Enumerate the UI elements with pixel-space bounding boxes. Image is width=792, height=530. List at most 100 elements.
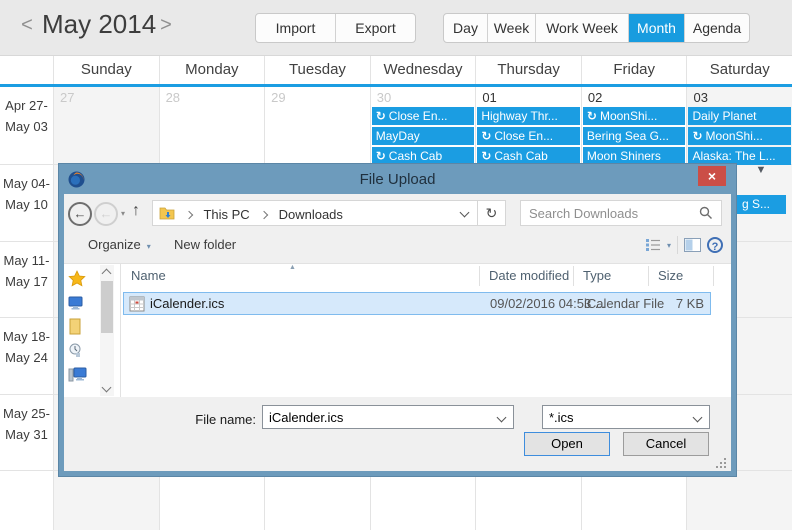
- file-row-selected[interactable]: iCalender.ics 09/02/2016 04:53 ... iCale…: [123, 292, 711, 315]
- column-header-date-modified[interactable]: Date modified: [489, 264, 569, 288]
- day-header-wednesday: Wednesday: [370, 56, 476, 84]
- day-cell[interactable]: [370, 471, 476, 530]
- week-label: Apr 27-May 03: [0, 87, 53, 164]
- week-label: May 25-May 31: [0, 395, 53, 470]
- calendar-event[interactable]: Bering Sea G...: [583, 127, 686, 145]
- search-box[interactable]: Search Downloads: [520, 200, 722, 226]
- column-divider[interactable]: [713, 266, 714, 286]
- close-button[interactable]: ×: [698, 166, 726, 186]
- export-button[interactable]: Export: [335, 14, 415, 42]
- view-day-button[interactable]: Day: [444, 14, 487, 42]
- search-icon: [699, 206, 713, 220]
- open-button[interactable]: Open: [524, 432, 610, 456]
- calendar-event[interactable]: Daily Planet: [688, 107, 791, 125]
- file-name: iCalender.ics: [150, 296, 224, 311]
- day-cell[interactable]: 28: [159, 87, 265, 164]
- next-month-icon[interactable]: >: [157, 14, 175, 37]
- new-folder-button[interactable]: New folder: [174, 237, 236, 252]
- resize-grip[interactable]: [716, 458, 726, 468]
- day-cell[interactable]: [264, 471, 370, 530]
- dialog-title: File Upload: [59, 164, 736, 195]
- more-events-indicator[interactable]: ▼: [750, 164, 772, 176]
- computer-icon[interactable]: [68, 366, 87, 382]
- app-window: < May 2014 > Import Export Day Week Work…: [0, 0, 792, 530]
- column-divider[interactable]: [479, 266, 480, 286]
- chevron-down-icon: [497, 413, 507, 423]
- view-week-button[interactable]: Week: [487, 14, 535, 42]
- import-button[interactable]: Import: [256, 14, 335, 42]
- recurrence-icon: ↻: [587, 109, 597, 123]
- forward-button[interactable]: ←: [94, 202, 118, 226]
- calendar-event[interactable]: MayDay: [372, 127, 475, 145]
- day-cell[interactable]: [159, 471, 265, 530]
- day-cell[interactable]: [475, 471, 581, 530]
- column-header-type[interactable]: Type: [583, 264, 611, 288]
- column-divider[interactable]: [648, 266, 649, 286]
- calendar-event[interactable]: Highway Thr...: [477, 107, 580, 125]
- calendar-title: May 2014: [42, 9, 156, 40]
- scrollbar-thumb[interactable]: [101, 281, 113, 333]
- day-cell[interactable]: [581, 471, 687, 530]
- help-icon[interactable]: ?: [707, 237, 723, 253]
- cancel-button[interactable]: Cancel: [623, 432, 709, 456]
- back-button[interactable]: ←: [68, 202, 92, 226]
- import-export-group: Import Export: [255, 13, 416, 43]
- scroll-down-icon[interactable]: [102, 383, 112, 393]
- recurrence-icon: ↻: [481, 129, 491, 143]
- address-dropdown-icon[interactable]: [460, 208, 470, 218]
- day-cell[interactable]: 03 Daily Planet ↻MoonShi... Alaska: The …: [686, 87, 792, 164]
- organize-menu[interactable]: Organize▾: [88, 237, 151, 252]
- up-one-level-button[interactable]: ↑: [132, 202, 140, 220]
- column-divider[interactable]: [573, 266, 574, 286]
- view-workweek-button[interactable]: Work Week: [535, 14, 628, 42]
- calendar-event[interactable]: ↻MoonShi...: [688, 127, 791, 145]
- recent-places-icon[interactable]: [68, 343, 82, 358]
- day-header-sunday: Sunday: [53, 56, 159, 84]
- view-dropdown-icon[interactable]: ▾: [667, 241, 671, 250]
- navigation-pane: [64, 264, 100, 397]
- day-cell[interactable]: 29: [264, 87, 370, 164]
- day-cell[interactable]: [686, 471, 792, 530]
- column-header-size[interactable]: Size: [658, 264, 683, 288]
- breadcrumb-downloads[interactable]: Downloads: [279, 207, 343, 222]
- organize-dropdown-icon: ▾: [147, 242, 151, 251]
- preview-pane-icon[interactable]: [684, 238, 701, 252]
- file-size: 7 KB: [644, 296, 704, 311]
- calendar-toolbar: < May 2014 > Import Export Day Week Work…: [0, 0, 792, 56]
- week-row-1: Apr 27-May 03 27 28 29 30 ↻Close En... M…: [0, 87, 792, 165]
- favorites-icon[interactable]: [68, 270, 86, 288]
- day-cell[interactable]: 27: [53, 87, 159, 164]
- refresh-button[interactable]: ↻: [477, 200, 506, 226]
- sidebar-scrollbar[interactable]: [100, 265, 114, 396]
- column-header-name[interactable]: Name: [131, 264, 166, 288]
- day-cell[interactable]: 02 ↻MoonShi... Bering Sea G... Moon Shin…: [581, 87, 687, 164]
- recent-locations-dropdown-icon[interactable]: ▾: [121, 209, 125, 218]
- view-agenda-button[interactable]: Agenda: [684, 14, 749, 42]
- address-bar[interactable]: This PC Downloads: [152, 200, 478, 226]
- search-placeholder: Search Downloads: [529, 206, 638, 221]
- this-pc-icon[interactable]: [68, 296, 83, 310]
- view-month-button[interactable]: Month: [628, 14, 684, 42]
- prev-month-icon[interactable]: <: [18, 14, 36, 37]
- recurrence-icon: ↻: [376, 149, 386, 163]
- breadcrumb-this-pc[interactable]: This PC: [203, 207, 249, 222]
- calendar-event[interactable]: ↻MoonShi...: [583, 107, 686, 125]
- recurrence-icon: ↻: [692, 129, 702, 143]
- week-label: May 04-May 10: [0, 165, 53, 241]
- file-type-select[interactable]: *.ics: [542, 405, 710, 429]
- calendar-event[interactable]: ↻Close En...: [477, 127, 580, 145]
- day-cell[interactable]: [53, 471, 159, 530]
- change-view-icon[interactable]: [645, 238, 661, 252]
- breadcrumb-separator-icon: [260, 211, 268, 219]
- calendar-event[interactable]: ↻Close En...: [372, 107, 475, 125]
- day-cell[interactable]: 01 Highway Thr... ↻Close En... ↻Cash Cab: [475, 87, 581, 164]
- day-header-thursday: Thursday: [475, 56, 581, 84]
- scroll-up-icon[interactable]: [102, 269, 112, 279]
- week-label-column-header: [0, 56, 53, 84]
- file-name-input[interactable]: iCalender.ics: [262, 405, 514, 429]
- week-label: [0, 471, 53, 530]
- folder-icon[interactable]: [68, 318, 82, 335]
- day-cell[interactable]: 30 ↻Close En... MayDay ↻Cash Cab: [370, 87, 476, 164]
- downloads-folder-icon: [159, 206, 175, 225]
- recurrence-icon: ↻: [481, 149, 491, 163]
